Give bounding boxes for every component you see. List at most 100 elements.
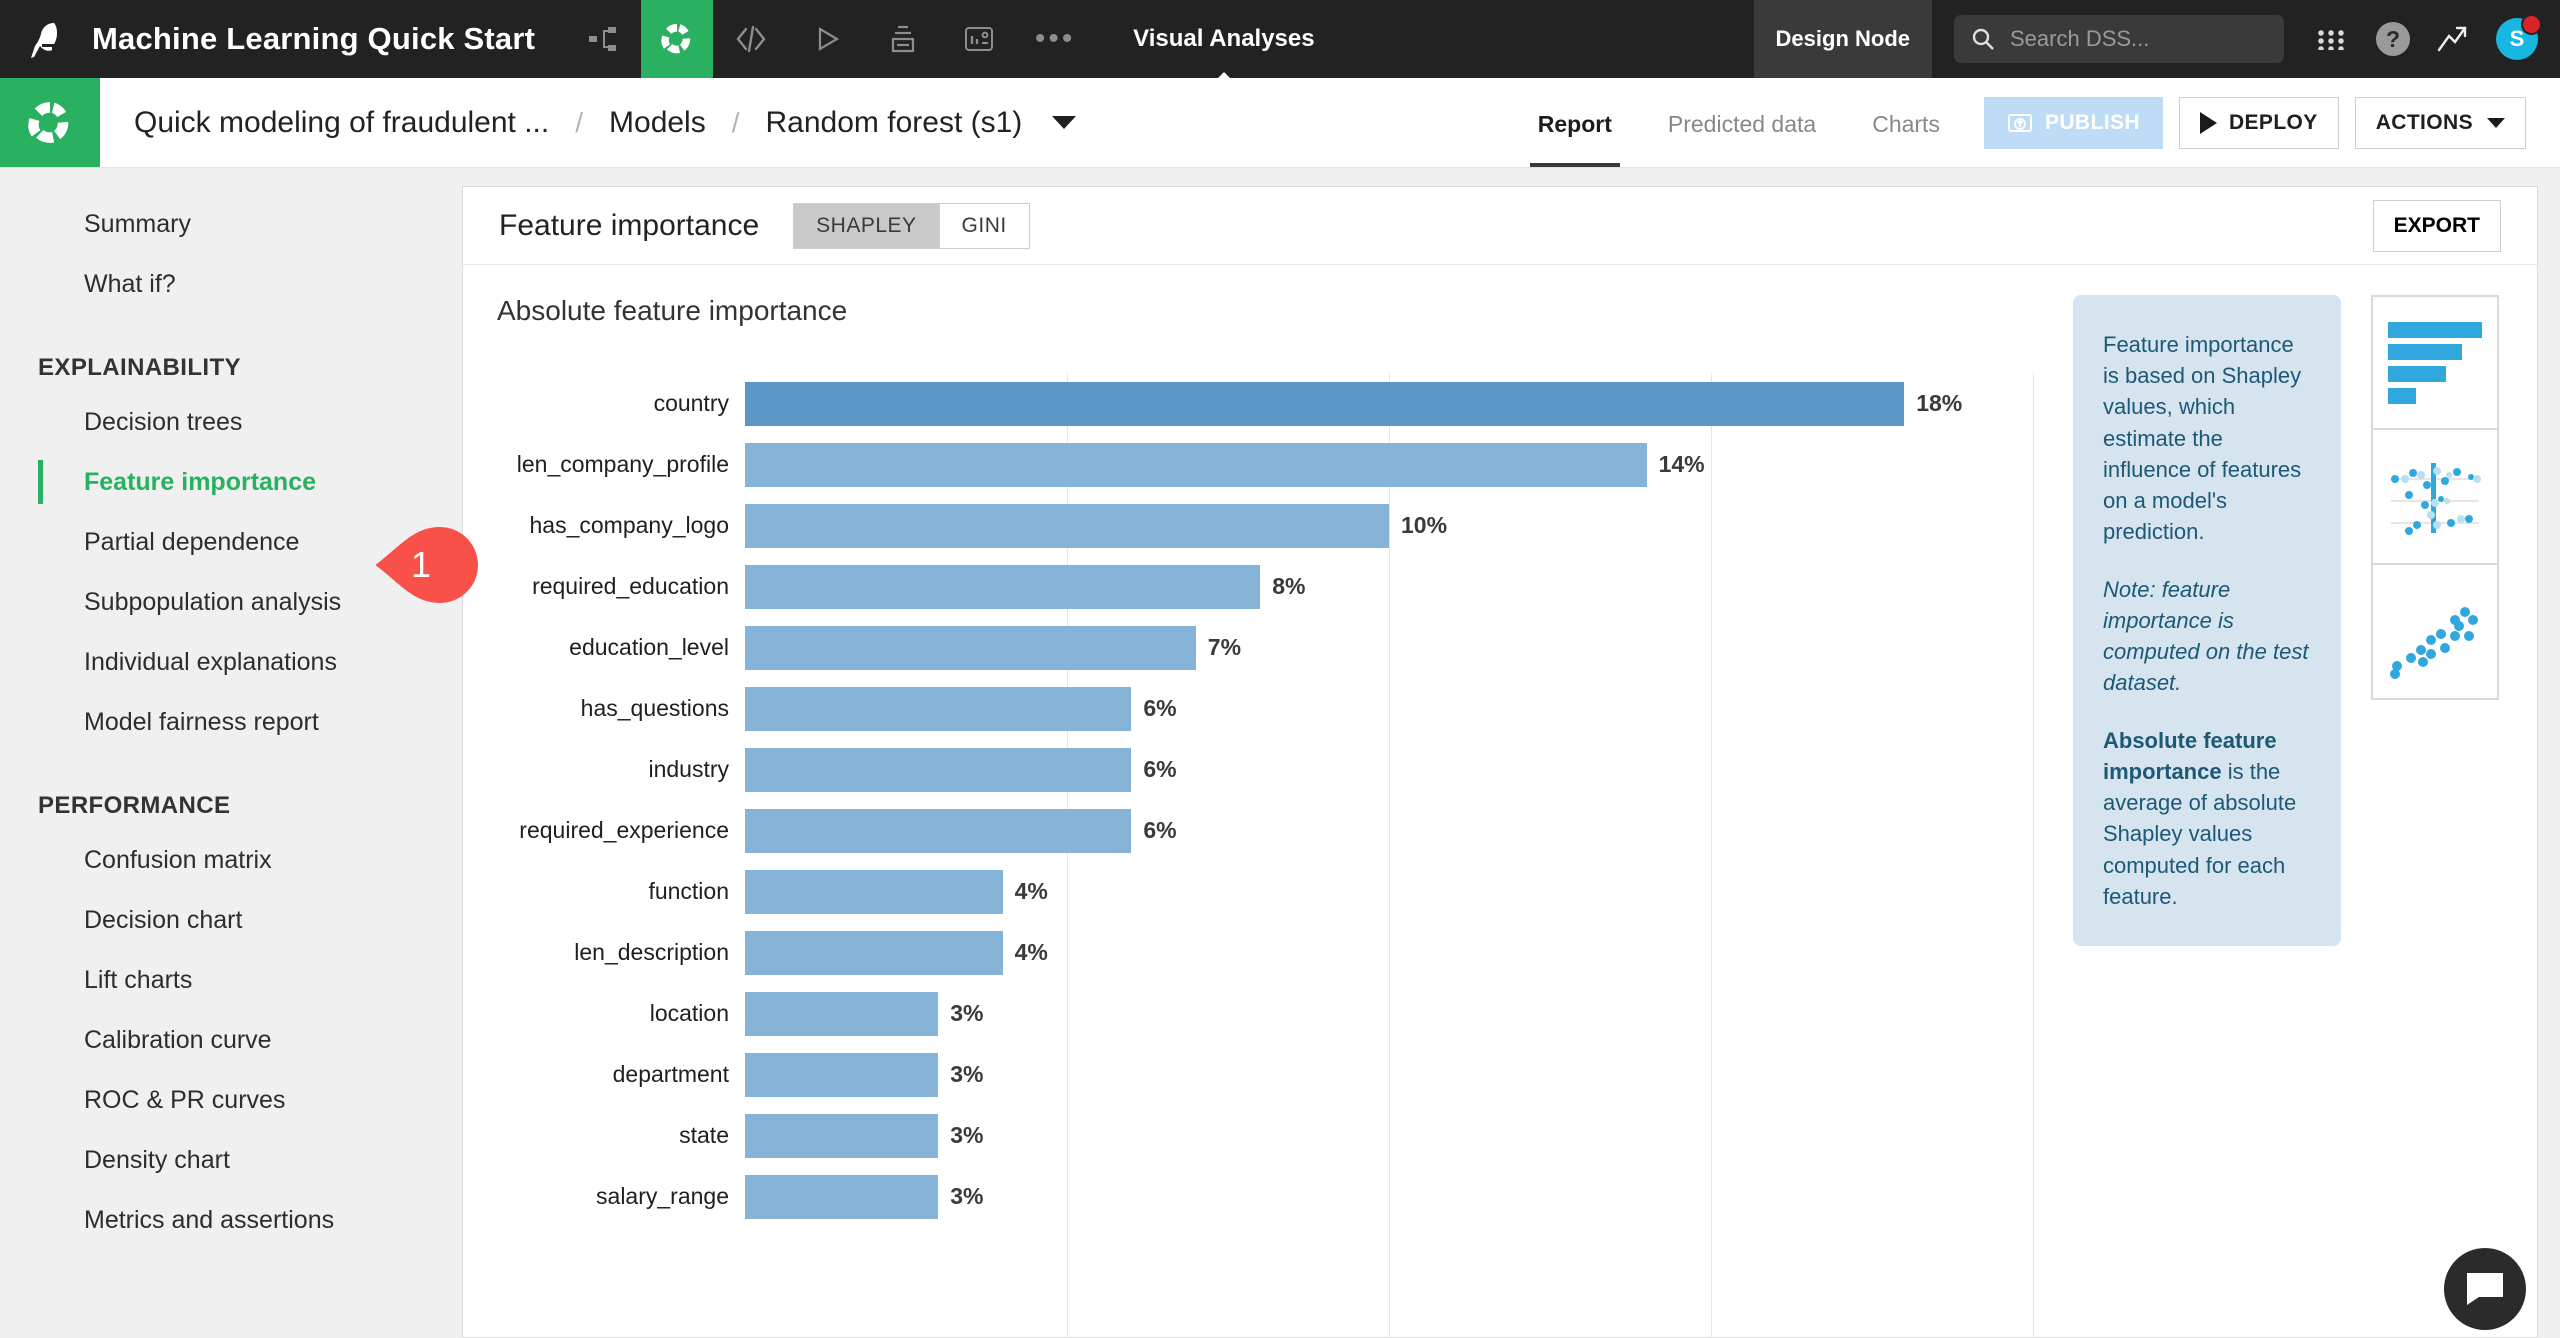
breadcrumb-separator: / [575,106,584,138]
feature-importance-panel: Feature importance SHAPLEY GINI EXPORT A… [462,186,2538,1338]
search-input[interactable]: Search DSS... [1954,15,2284,63]
chart-bar-value: 6% [1143,817,1177,843]
deploy-label: DEPLOY [2228,110,2318,134]
dashboard-icon[interactable] [941,0,1017,78]
breadcrumb-item-project[interactable]: Quick modeling of fraudulent ... [134,106,549,140]
help-icon[interactable]: ? [2376,22,2410,56]
chart-bar-track: 3% [745,1166,2033,1227]
apps-grid-icon[interactable] [2298,28,2362,50]
breadcrumb-item-model[interactable]: Random forest (s1) [766,106,1023,140]
chart-bar[interactable] [745,503,1389,548]
publish-button[interactable]: PUBLISH [1983,96,2163,149]
more-icon[interactable]: ••• [1017,0,1093,78]
toggle-gini[interactable]: GINI [938,203,1029,248]
chart-bar[interactable] [745,564,1261,609]
chevron-down-icon[interactable] [1052,116,1077,129]
support-chat-button[interactable] [2444,1248,2526,1330]
chart-bar-value: 7% [1207,634,1242,660]
sidebar-item-metrics-and-assertions[interactable]: Metrics and assertions [0,1190,444,1250]
export-label: EXPORT [2393,213,2480,237]
chart-bar[interactable] [745,442,1647,487]
chart-bar-value: 6% [1143,695,1177,721]
sidebar-item-what-if[interactable]: What if? [0,254,444,314]
export-button[interactable]: EXPORT [2372,199,2501,252]
tab-charts[interactable]: Charts [1872,78,1940,167]
chart-bar-row: len_company_profile 14% [497,434,2033,495]
chart-bar-value: 3% [950,1122,984,1148]
chart-bar-track: 14% [745,434,2033,495]
thumb-bar-chart[interactable] [2371,295,2499,430]
chart-bar[interactable] [745,625,1196,670]
project-logo-icon[interactable] [0,78,100,167]
breadcrumb: Quick modeling of fraudulent ... / Model… [100,78,1077,167]
header-actions: Report Predicted data Charts PUBLISH DEP… [1510,78,2560,167]
share-flow-icon[interactable] [565,0,641,78]
notification-dot [2521,14,2542,35]
sidebar-item-summary[interactable]: Summary [0,194,444,254]
design-node-badge[interactable]: Design Node [1753,0,1932,78]
publish-icon [2007,110,2033,136]
chart-category-label: required_experience [519,817,729,843]
chart-bar[interactable] [745,808,1132,853]
chart-bar[interactable] [745,991,939,1036]
sidebar-item-lift-charts[interactable]: Lift charts [0,950,444,1010]
bird-logo-icon[interactable] [0,17,92,61]
sidebar-item-confusion-matrix[interactable]: Confusion matrix [0,830,444,890]
sidebar-heading-explainability: EXPLAINABILITY [38,354,241,381]
sidebar-item-calibration-curve[interactable]: Calibration curve [0,1010,444,1070]
play-icon [2199,111,2217,134]
chart-bar[interactable] [745,381,1905,426]
deploy-button[interactable]: DEPLOY [2178,96,2339,149]
info-paragraph-2: Note: feature importance is computed on … [2103,574,2311,699]
chart-bar-row: salary_range 3% [497,1166,2033,1227]
sidebar-item-model-fairness-report[interactable]: Model fairness report [0,692,444,752]
sidebar-item-roc-pr-curves[interactable]: ROC & PR curves [0,1070,444,1130]
panel-body: Absolute feature importance country 18% le… [463,265,2537,1337]
chart-bar[interactable] [745,869,1003,914]
chart-bar-row: required_experience 6% [497,800,2033,861]
chart-bar[interactable] [745,686,1132,731]
absolute-feature-importance-chart: country 18% len_company_profile 14% has_comp… [497,373,2034,1337]
sidebar-item-feature-importance[interactable]: Feature importance [0,452,444,512]
tab-predicted-data[interactable]: Predicted data [1668,78,1816,167]
callout-badge-1: 1 [338,522,478,608]
sidebar-item-decision-chart[interactable]: Decision chart [0,890,444,950]
actions-label: ACTIONS [2375,110,2473,134]
sidebar-item-density-chart[interactable]: Density chart [0,1130,444,1190]
section-caret-icon [1212,72,1235,83]
chart-bar[interactable] [745,1052,939,1097]
breadcrumb-bar: Quick modeling of fraudulent ... / Model… [0,78,2560,168]
flow-active-icon[interactable] [641,0,714,78]
chart-bar-row: required_education 8% [497,556,2033,617]
code-icon[interactable] [713,0,789,78]
sidebar-item-decision-trees[interactable]: Decision trees [0,392,444,452]
chart-bar[interactable] [745,930,1003,975]
tab-report[interactable]: Report [1529,78,1621,167]
chart-bar[interactable] [745,1113,939,1158]
sidebar-item-individual-explanations[interactable]: Individual explanations [0,632,444,692]
thumb-beeswarm-chart[interactable] [2371,430,2499,565]
chart-category-label: required_education [532,573,729,599]
chart-bar-row: country 18% [497,373,2033,434]
chart-bar[interactable] [745,747,1132,792]
thumb-scatter-chart[interactable] [2371,565,2499,700]
chart-bar-row: location 3% [497,983,2033,1044]
chart-title: Absolute feature importance [497,295,848,326]
chart-category-label: function [648,878,729,904]
run-icon[interactable] [789,0,865,78]
avatar[interactable]: S [2496,14,2542,60]
chart-bar-value: 4% [1014,878,1048,904]
trending-up-icon[interactable] [2436,24,2470,54]
breadcrumb-item-models[interactable]: Models [609,106,706,140]
actions-button[interactable]: ACTIONS [2354,96,2526,149]
info-paragraph-1: Feature importance is based on Shapley v… [2103,332,2302,545]
chart-bar-track: 7% [745,617,2033,678]
sidebar-heading-performance: PERFORMANCE [38,792,231,819]
jobs-icon[interactable] [865,0,941,78]
chart-bar-row: state 3% [497,1105,2033,1166]
toggle-shapley[interactable]: SHAPLEY [794,203,939,248]
chart-bar[interactable] [745,1174,939,1219]
chart-category-label: location [649,1000,729,1026]
page-body: Summary What if? EXPLAINABILITY Decision… [0,168,2560,1338]
chart-bar-track: 6% [745,739,2033,800]
